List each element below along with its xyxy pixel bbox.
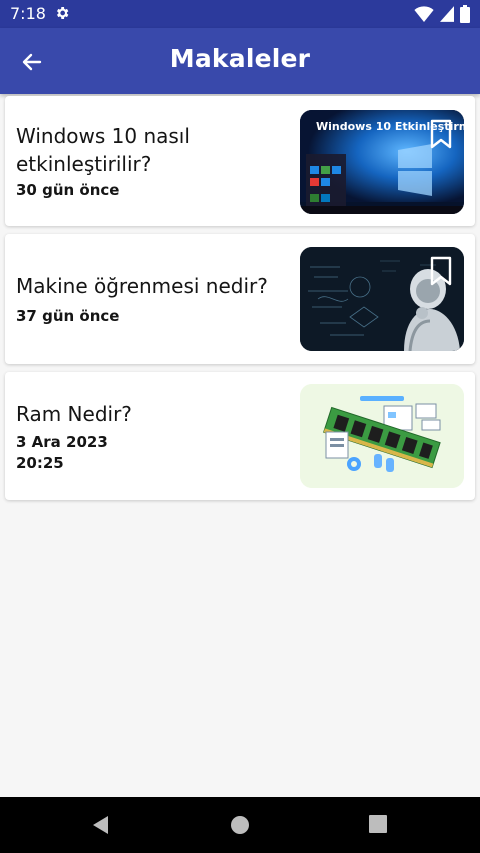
article-date: 37 gün önce	[16, 307, 120, 325]
status-icons	[414, 5, 470, 23]
article-card-ml[interactable]: Makine öğrenmesi nedir? 37 gün önce	[5, 234, 475, 364]
page-title: Makaleler	[169, 44, 311, 73]
ram-thumbnail-image	[300, 384, 464, 488]
article-card-windows[interactable]: Windows 10 nasıl etkinleştirilir? 30 gün…	[5, 96, 475, 226]
battery-icon	[460, 5, 470, 23]
bookmark-icon[interactable]	[430, 256, 452, 286]
app-bar: Makaleler	[0, 28, 480, 94]
article-thumbnail	[300, 384, 464, 488]
article-date: 3 Ara 2023	[16, 433, 108, 451]
status-time: 7:18	[10, 4, 46, 23]
wifi-icon	[414, 6, 434, 22]
settings-gear-icon	[57, 7, 69, 19]
article-date: 30 gün önce	[16, 181, 120, 199]
status-bar: 7:18	[0, 0, 480, 28]
article-title: Makine öğrenmesi nedir?	[16, 274, 268, 298]
article-title: Ram Nedir?	[16, 402, 132, 426]
article-thumbnail	[300, 247, 464, 351]
article-card-ram[interactable]: Ram Nedir? 3 Ara 2023 20:25	[5, 372, 475, 500]
article-thumbnail: Windows 10 Etkinleştirme	[300, 110, 464, 214]
nav-recents-icon[interactable]	[369, 815, 387, 833]
signal-icon	[440, 6, 454, 22]
nav-home-icon[interactable]	[230, 815, 250, 835]
article-time: 20:25	[16, 454, 64, 472]
nav-back-icon[interactable]	[90, 815, 110, 835]
article-title: Windows 10 nasıl etkinleştirilir?	[16, 124, 190, 176]
system-nav-bar	[0, 797, 480, 853]
bookmark-icon[interactable]	[430, 119, 452, 149]
